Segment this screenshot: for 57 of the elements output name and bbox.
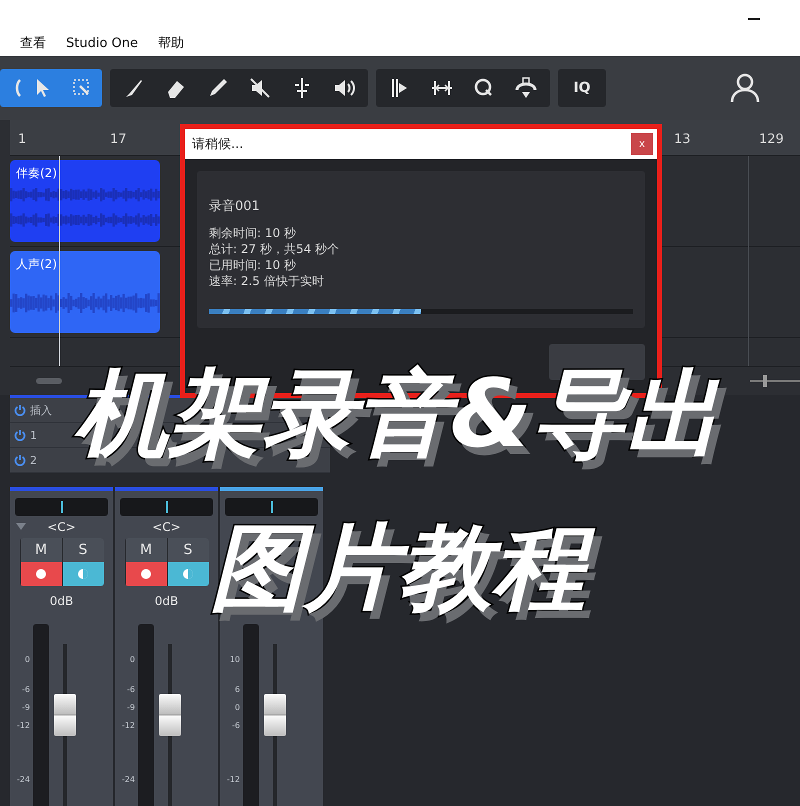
status-line: 总计: 27 秒，共54 秒个 bbox=[209, 241, 340, 257]
pan-value: <C> bbox=[152, 520, 181, 534]
record-button[interactable] bbox=[124, 562, 166, 586]
recording-name: 录音001 bbox=[209, 198, 261, 215]
scale-label: 0 bbox=[234, 703, 240, 712]
scrollbar-thumb[interactable] bbox=[36, 378, 62, 384]
scale-label: -6 bbox=[22, 685, 30, 694]
power-icon[interactable] bbox=[14, 429, 26, 441]
scale-label: -24 bbox=[16, 775, 30, 784]
monitor-button[interactable] bbox=[62, 562, 104, 586]
menu-item[interactable]: 帮助 bbox=[158, 34, 184, 52]
bar-number: 17 bbox=[110, 132, 127, 147]
dialog-title: 请稍候... bbox=[192, 136, 244, 153]
audio-clip[interactable]: 伴奏(2) bbox=[10, 160, 160, 242]
monitor-icon bbox=[182, 568, 194, 580]
solo-button[interactable]: S bbox=[166, 538, 208, 562]
insert-label: 插入 bbox=[30, 402, 52, 418]
power-icon[interactable] bbox=[14, 404, 26, 416]
bracket-icon bbox=[14, 79, 22, 97]
user-icon[interactable] bbox=[730, 73, 760, 103]
scale-label: -9 bbox=[127, 703, 135, 712]
volume-readout: 0dB bbox=[50, 594, 74, 608]
scale-label: -12 bbox=[16, 721, 30, 730]
status-line: 剩余时间: 10 秒 bbox=[209, 225, 297, 241]
power-icon[interactable] bbox=[14, 454, 26, 466]
scale-label: -12 bbox=[122, 721, 135, 730]
bar-number: 1 bbox=[18, 132, 26, 147]
bracket-tool[interactable] bbox=[0, 69, 22, 107]
status-line: 速率: 2.5 倍快于实时 bbox=[209, 273, 325, 289]
record-button[interactable] bbox=[20, 562, 62, 586]
monitor-button[interactable] bbox=[166, 562, 208, 586]
scale-label: 6 bbox=[234, 685, 240, 694]
menu-item[interactable]: Studio One bbox=[66, 36, 138, 50]
scale-label: -9 bbox=[22, 703, 30, 712]
scale-label: -6 bbox=[232, 721, 240, 730]
monitor-icon bbox=[77, 568, 89, 580]
scale-label: 10 bbox=[230, 655, 240, 664]
insert-label: 1 bbox=[30, 428, 37, 442]
bar-number: 13 bbox=[674, 132, 691, 147]
pan-value: <C> bbox=[47, 520, 76, 534]
mute-button[interactable]: M bbox=[124, 538, 166, 562]
zoom-slider[interactable] bbox=[750, 374, 800, 386]
scale-label: 0 bbox=[24, 655, 30, 664]
audio-clip[interactable]: 人声(2) bbox=[10, 251, 160, 333]
insert-label: 2 bbox=[30, 454, 37, 466]
mute-button[interactable]: M bbox=[20, 538, 62, 562]
bar-number: 129 bbox=[759, 132, 784, 147]
close-button[interactable]: x bbox=[631, 133, 653, 155]
scale-label: 0 bbox=[130, 655, 135, 664]
status-line: 已用时间: 10 秒 bbox=[209, 257, 297, 273]
range-tool[interactable] bbox=[62, 69, 102, 107]
menu-item[interactable]: 查看 bbox=[20, 34, 46, 52]
volume-readout: 0dB bbox=[154, 594, 178, 608]
scale-label: -24 bbox=[122, 775, 135, 784]
solo-button[interactable]: S bbox=[62, 538, 104, 562]
scale-label: -6 bbox=[127, 685, 135, 694]
scale-label: -12 bbox=[226, 775, 240, 784]
